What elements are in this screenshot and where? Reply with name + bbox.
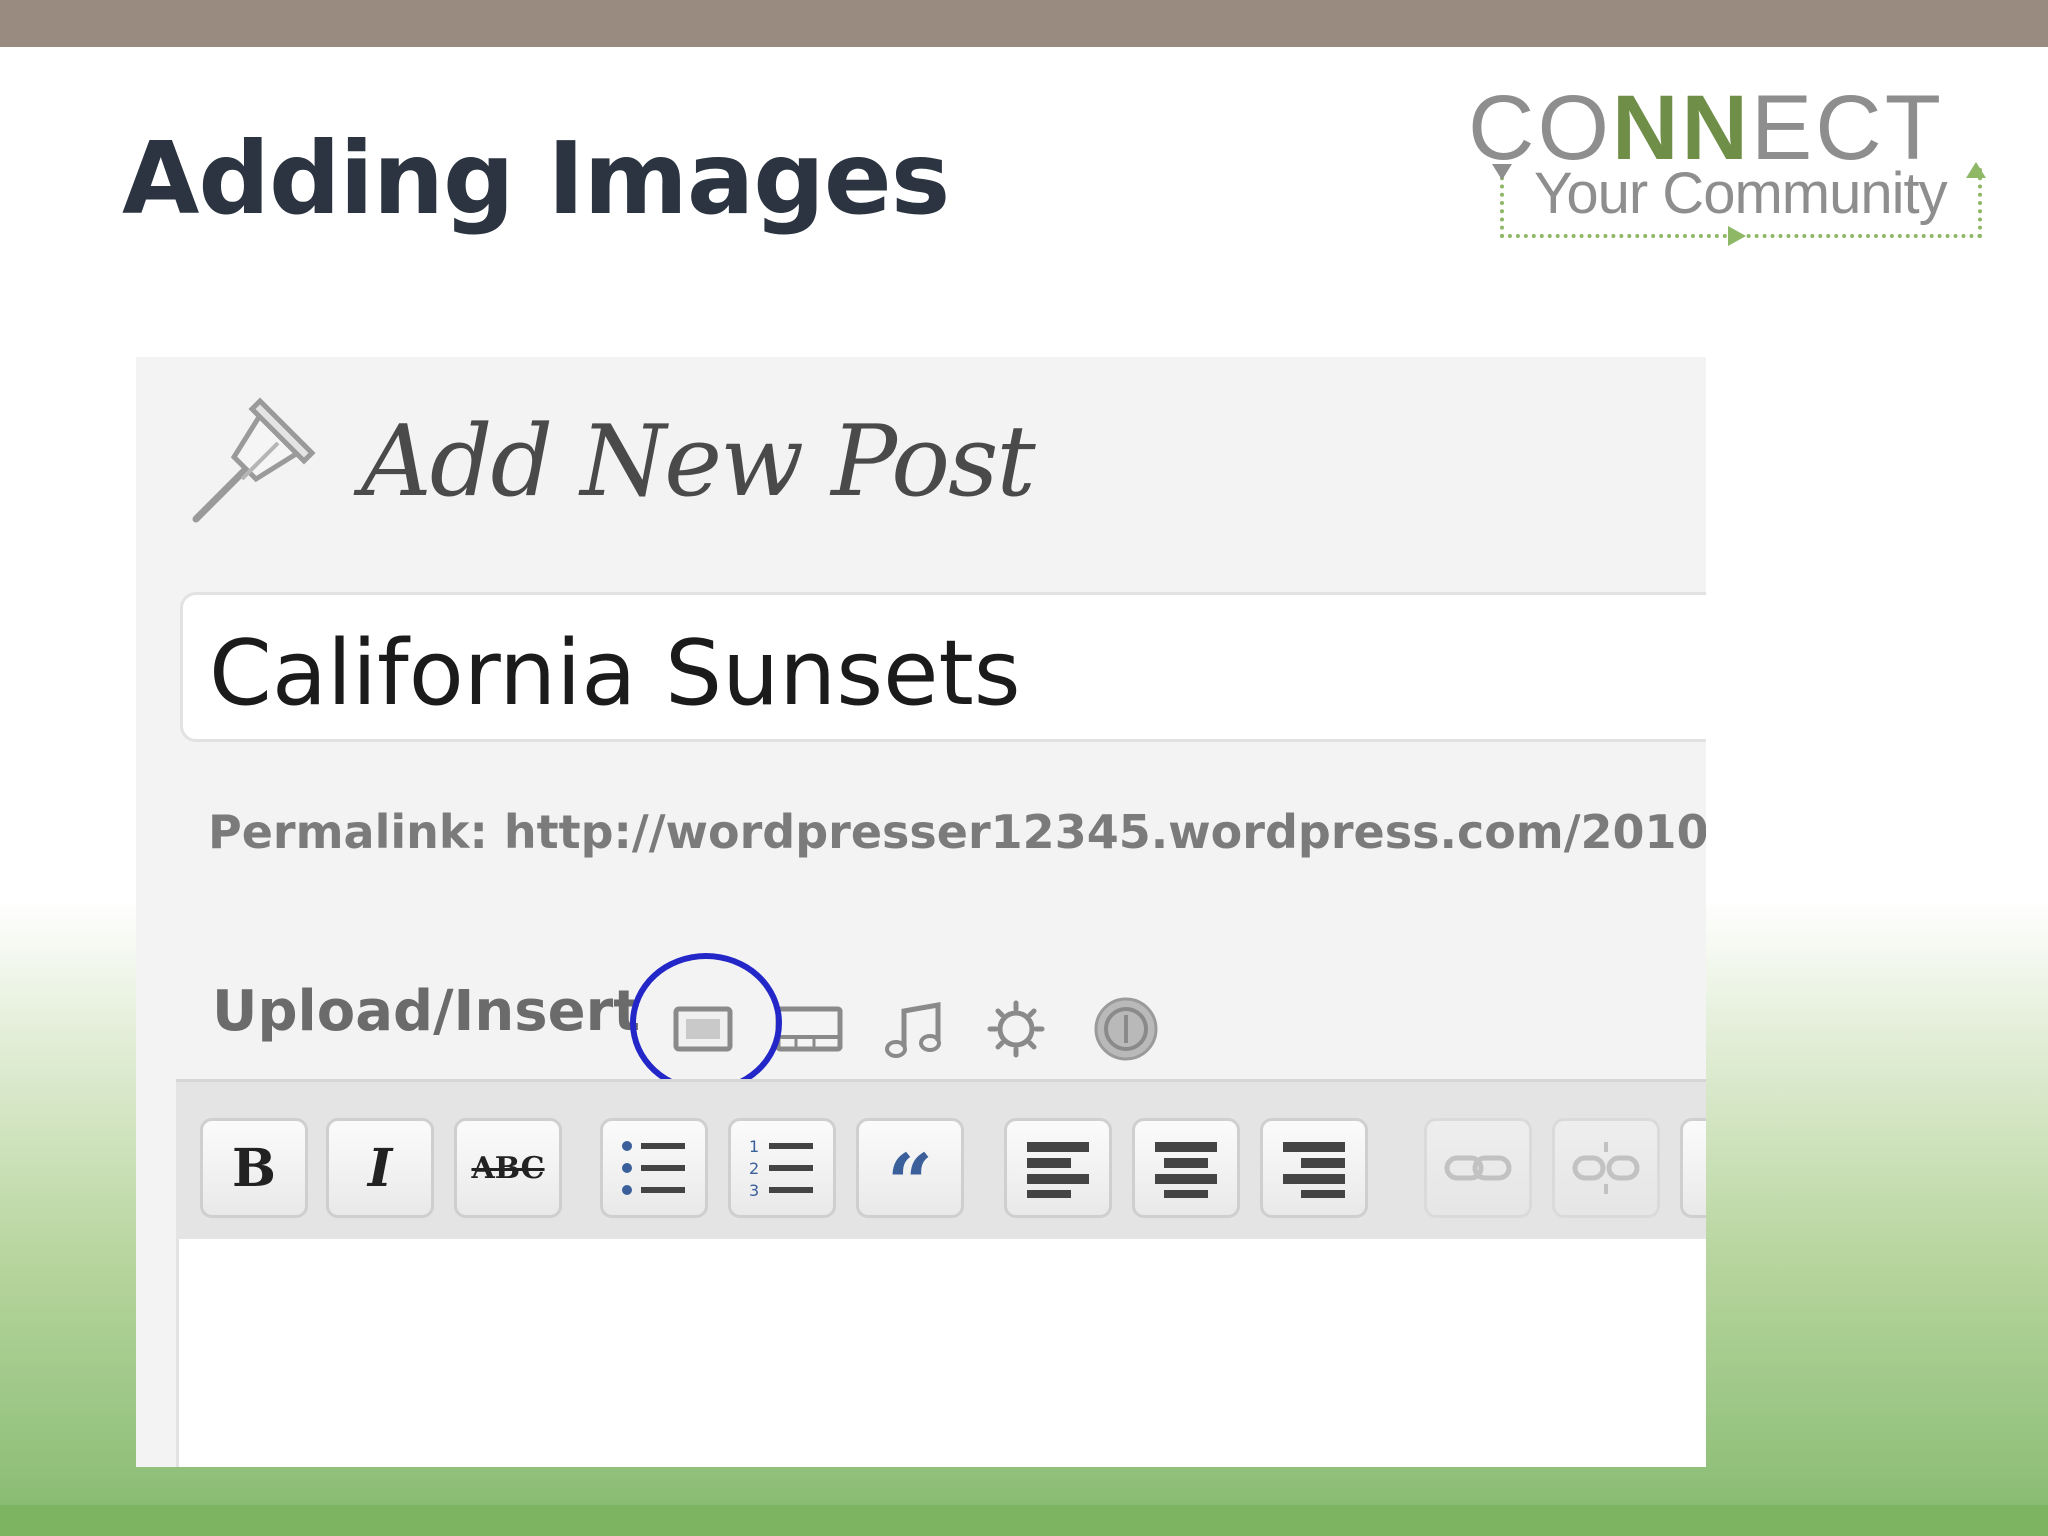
connect-your-community-logo: CONNECT Your Community [1468,80,2008,250]
upload-insert-label: Upload/Insert [212,979,640,1044]
page-heading: Add New Post [361,405,1036,519]
italic-button[interactable]: I [326,1118,434,1218]
top-accent-bar [0,0,2048,47]
editor-toolbar: B I ABC 1 2 3 “ [176,1079,1706,1242]
insert-link-button[interactable] [1424,1118,1532,1218]
bold-icon: B [232,1137,276,1199]
align-right-button[interactable] [1260,1118,1368,1218]
logo-arrow-up-icon [1966,162,1986,178]
strikethrough-icon: ABC [471,1150,545,1186]
align-center-icon [1155,1142,1217,1198]
numbered-list-icon: 1 2 3 [749,1137,813,1200]
post-title-field[interactable]: California Sunsets [180,592,1706,742]
bullet-list-icon [622,1141,685,1195]
logo-arrow-right-icon [1728,226,1746,246]
unlink-button[interactable] [1552,1118,1660,1218]
link-icon [1444,1155,1512,1181]
logo-tagline: Your Community [1534,161,1948,226]
add-audio-icon[interactable] [876,993,956,1063]
bottom-accent-bar [0,1505,2048,1536]
permalink-text[interactable]: Permalink: http://wordpresser12345.wordp… [208,805,1706,859]
pushpin-icon [192,397,316,523]
align-left-icon [1027,1142,1089,1198]
slide-title: Adding Images [122,120,950,237]
align-left-button[interactable] [1004,1118,1112,1218]
highlight-circle [630,953,782,1093]
logo-arrow-down-icon [1492,164,1512,180]
blockquote-icon: “ [886,1136,933,1230]
bold-button[interactable]: B [200,1118,308,1218]
unlink-icon [1572,1142,1640,1194]
wordpress-editor-screenshot: Add New Post California Sunsets Permalin… [136,357,1706,1467]
numbered-list-button[interactable]: 1 2 3 [728,1118,836,1218]
add-video-icon[interactable] [770,993,850,1063]
post-content-editor[interactable] [176,1239,1706,1467]
svg-text:3: 3 [749,1181,759,1200]
svg-text:2: 2 [749,1159,759,1178]
blockquote-button[interactable]: “ [856,1118,964,1223]
align-center-button[interactable] [1132,1118,1240,1218]
bullet-list-button[interactable] [600,1118,708,1218]
italic-icon: I [367,1137,393,1199]
add-media-icon[interactable] [976,993,1056,1063]
align-right-icon [1283,1142,1345,1198]
more-button[interactable] [1680,1118,1706,1218]
add-poll-icon[interactable] [1086,993,1166,1063]
svg-text:1: 1 [749,1137,759,1156]
strikethrough-button[interactable]: ABC [454,1118,562,1218]
